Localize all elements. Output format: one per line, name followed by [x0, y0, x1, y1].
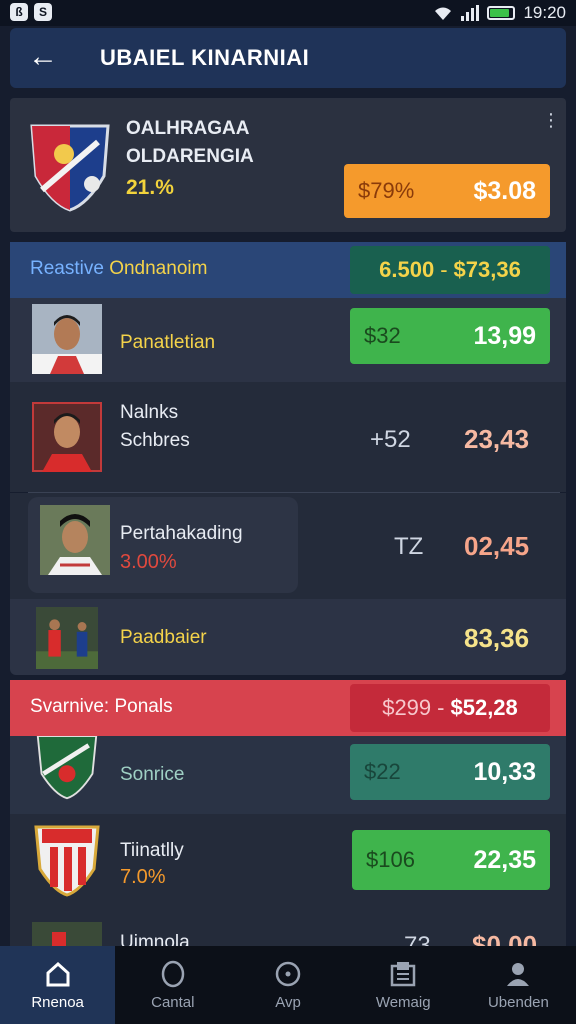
- player-row[interactable]: Nalnks Schbres +52 23,43: [10, 382, 566, 492]
- player-row[interactable]: Paadbaier 83,36: [10, 599, 566, 675]
- page-title: UBAIEL KINARNIAI: [100, 45, 310, 70]
- nav-ubenden[interactable]: Ubenden: [461, 946, 576, 1024]
- wifi-icon: [435, 7, 452, 20]
- arrow-left-icon[interactable]: ←: [28, 40, 62, 74]
- section-odds-pill[interactable]: $299 - $52,28: [350, 684, 550, 732]
- player-avatar: [32, 402, 102, 472]
- player-row[interactable]: Pertahakading 3.00% TZ 02,45: [10, 493, 566, 599]
- odds-left: $79%: [358, 178, 415, 203]
- nav-avp[interactable]: Avp: [230, 946, 345, 1024]
- player-row[interactable]: Panatletian $32 13,99: [10, 298, 566, 382]
- section-header-reastive[interactable]: Reastive Ondnanoim 6.500 - $73,36: [10, 242, 566, 298]
- player-avatar: [36, 607, 98, 669]
- player-name-line2: Schbres: [120, 430, 190, 451]
- app-header: ← UBAIEL KINARNIAI: [10, 28, 566, 88]
- team-name: Uimnola: [120, 932, 190, 946]
- row-value[interactable]: 02,45: [464, 531, 529, 562]
- team-odds-button[interactable]: $22 10,33: [350, 744, 550, 800]
- row-value[interactable]: 23,43: [464, 424, 529, 455]
- nav-cantal[interactable]: Cantal: [115, 946, 230, 1024]
- player-odds-button[interactable]: $32 13,99: [350, 308, 550, 364]
- row-change: 73: [404, 932, 431, 946]
- club-crest-icon: [30, 124, 110, 212]
- signal-icon: [461, 5, 480, 21]
- player-avatar: [40, 505, 110, 575]
- status-bar: ß S 19:20: [0, 0, 576, 26]
- section-odds-pill[interactable]: 6.500 - $73,36: [350, 246, 550, 294]
- row-change: +52: [370, 426, 411, 453]
- nav-wemaig[interactable]: Wemaig: [346, 946, 461, 1024]
- player-percent: 3.00%: [120, 551, 177, 573]
- player-avatar: [32, 922, 102, 946]
- player-name: Pertahakading: [120, 523, 243, 544]
- team-name-line2: OLDARENGIA: [126, 146, 254, 167]
- section-header-svarnive[interactable]: Svarnive: Ponals $299 - $52,28: [10, 680, 566, 736]
- team-row[interactable]: Uimnola 73 $0,00: [10, 910, 566, 946]
- team-row[interactable]: Tiinatlly 7.0% $106 22,35: [10, 814, 566, 910]
- player-name: Panatletian: [120, 332, 216, 353]
- notification-icon-2: S: [34, 3, 52, 21]
- player-name-line1: Nalnks: [120, 402, 179, 423]
- live-icon: [275, 961, 301, 987]
- team-odds-button[interactable]: $106 22,35: [352, 830, 550, 890]
- section-label: Reastive Ondnanoim: [30, 258, 208, 279]
- home-icon: [46, 961, 70, 987]
- notification-icon-1: ß: [10, 3, 28, 21]
- bottom-navigation: Rnenoa Cantal Avp Wemaig Ubenden: [0, 946, 576, 1024]
- row-value[interactable]: 83,36: [464, 623, 529, 654]
- featured-odds-button[interactable]: $79% $3.08: [344, 164, 550, 218]
- battery-icon: [487, 6, 516, 20]
- clock: 19:20: [523, 3, 566, 22]
- row-change: TZ: [394, 533, 424, 560]
- team-name: Sonrice: [120, 764, 185, 785]
- player-name: Paadbaier: [120, 627, 207, 648]
- team-percent: 21.%: [126, 176, 174, 199]
- featured-match-card[interactable]: OALHRAGAA OLDARENGIA 21.% ⋮ $79% $3.08: [10, 98, 566, 232]
- odds-right: $3.08: [473, 176, 536, 205]
- club-crest-icon: [34, 825, 100, 897]
- row-value[interactable]: $0,00: [472, 930, 537, 946]
- ball-icon: [161, 960, 185, 988]
- profile-icon: [507, 963, 530, 986]
- team-percent: 7.0%: [120, 866, 166, 888]
- team-name-line1: OALHRAGAA: [126, 118, 250, 139]
- player-avatar: [32, 304, 102, 374]
- betslip-icon: [390, 962, 416, 987]
- team-row[interactable]: Sonrice $22 10,33: [10, 736, 566, 814]
- club-crest-icon: [36, 736, 98, 800]
- kebab-menu-icon[interactable]: ⋮: [542, 111, 560, 129]
- nav-home[interactable]: Rnenoa: [0, 946, 116, 1024]
- section-label: Svarnive: Ponals: [30, 696, 173, 717]
- team-name: Tiinatlly: [120, 840, 184, 861]
